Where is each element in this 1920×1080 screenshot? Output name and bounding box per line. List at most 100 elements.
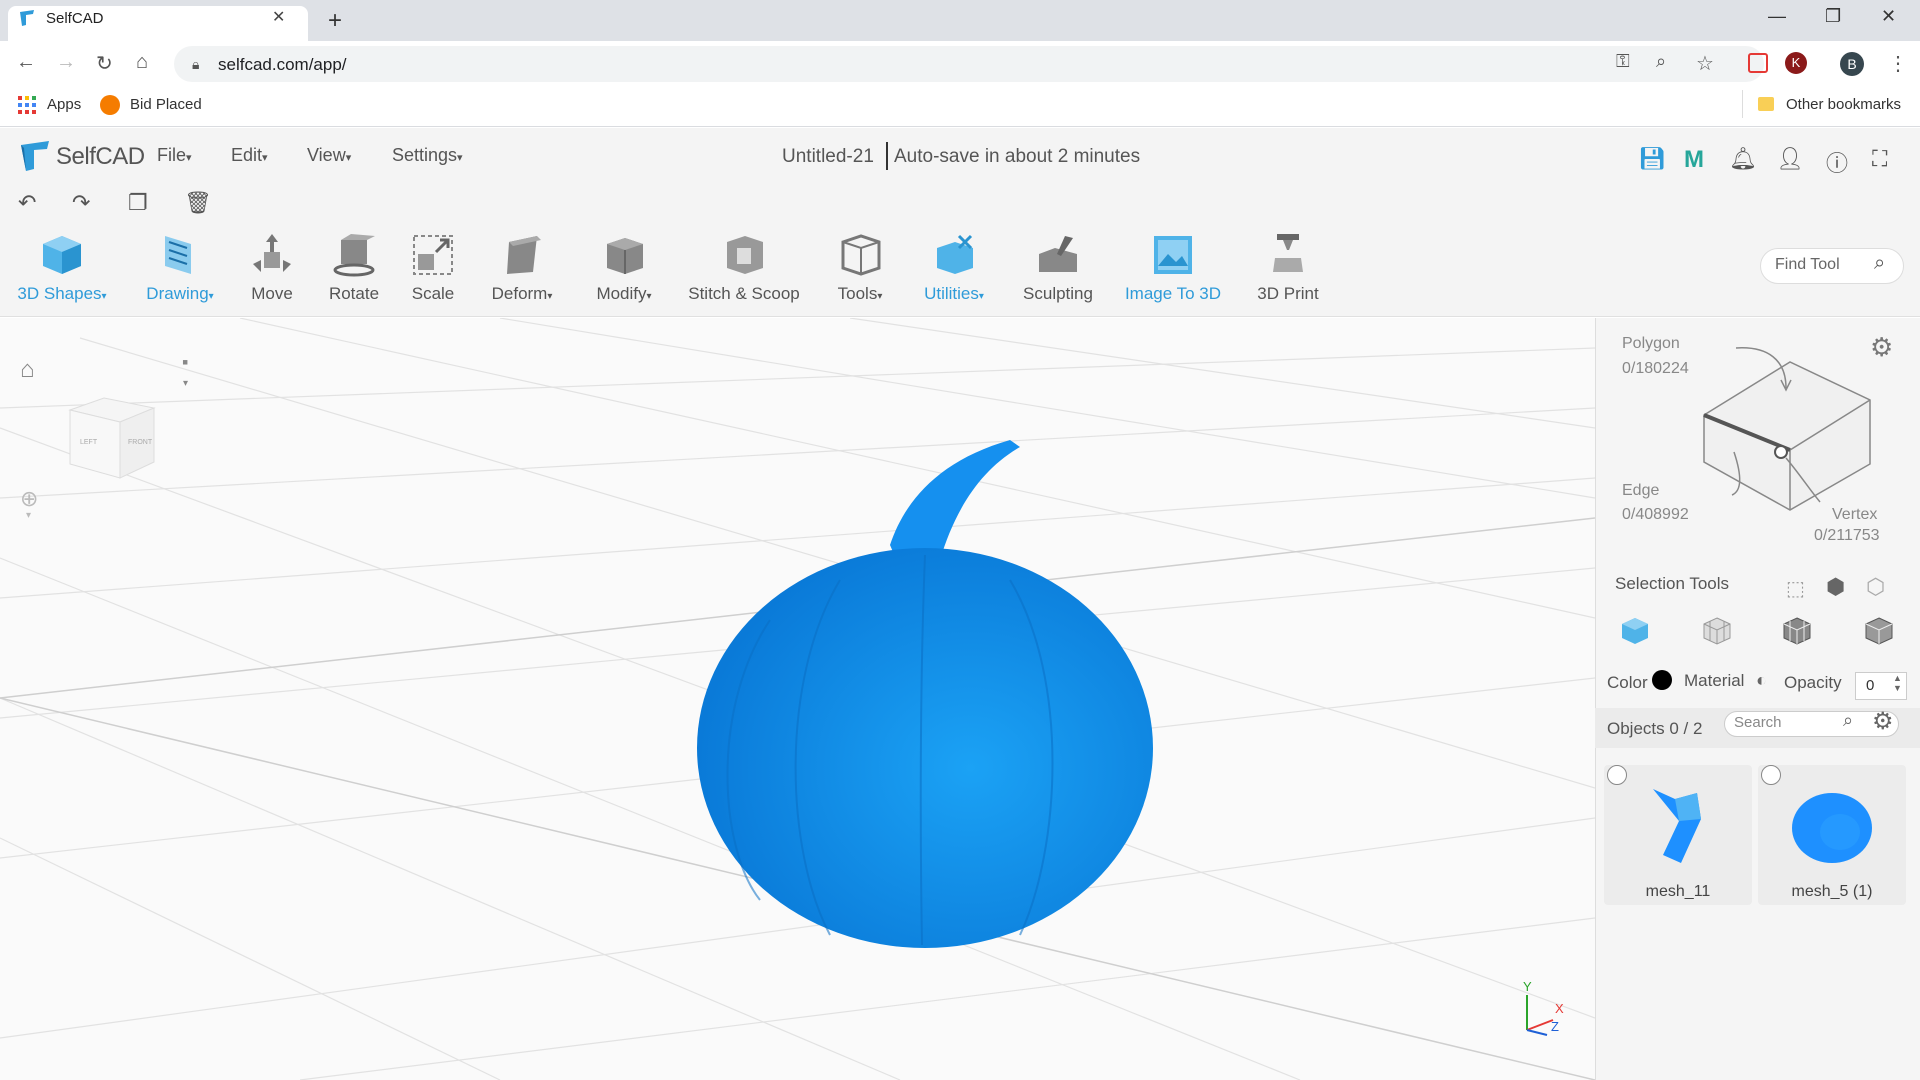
tool-modify[interactable]: Modify▾	[584, 232, 664, 312]
url-text[interactable]: selfcad.com/app/	[218, 55, 347, 75]
view-cube[interactable]: LEFT FRONT	[64, 392, 160, 482]
browser-menu-icon[interactable]: ⋮	[1888, 51, 1908, 76]
copy-icon[interactable]: ❐	[128, 190, 148, 216]
box-select-icon[interactable]: ⬚	[1786, 576, 1805, 601]
object-select-radio[interactable]	[1607, 765, 1627, 785]
menu-edit[interactable]: Edit▾	[231, 145, 268, 166]
paint-select-icon[interactable]: ⬢	[1826, 574, 1845, 600]
fullscreen-icon[interactable]: ⛶	[1872, 146, 1887, 172]
user-account-icon[interactable]: 👤︎	[1776, 146, 1804, 172]
search-icon[interactable]: ⌕	[1874, 252, 1885, 275]
undo-icon[interactable]: ↶	[18, 190, 36, 216]
material-icon[interactable]: ◐	[1756, 670, 1767, 691]
color-label: Color	[1607, 673, 1648, 692]
vertex-mode-icon[interactable]	[1864, 616, 1894, 646]
zoom-icon[interactable]: ⌕	[1656, 51, 1666, 72]
modify-icon	[607, 238, 643, 274]
bookmark-bid-placed[interactable]: Bid Placed	[130, 96, 202, 113]
tool-rotate[interactable]: Rotate	[318, 232, 390, 312]
tool-move[interactable]: Move	[236, 232, 308, 312]
bookmarks-bar	[0, 87, 1920, 127]
tool-stitch-scoop[interactable]: Stitch & Scoop	[684, 232, 804, 312]
home-view-icon[interactable]: ⌂	[20, 356, 35, 384]
restore-icon[interactable]: ❐	[1825, 6, 1841, 27]
bookmark-star-icon[interactable]: ☆	[1696, 51, 1714, 76]
tab-close-icon[interactable]: ✕	[272, 7, 285, 27]
tool-sculpting[interactable]: Sculpting	[1018, 232, 1098, 312]
delete-icon[interactable]: 🗑︎	[184, 190, 212, 216]
move-icon	[253, 234, 291, 272]
menu-file[interactable]: File▾	[157, 145, 192, 166]
vertex-label: Vertex	[1832, 506, 1878, 523]
vertex-count: 0/211753	[1814, 527, 1880, 544]
autosave-status: Auto-save in about 2 minutes	[894, 146, 1141, 167]
objects-settings-gear-icon[interactable]: ⚙	[1872, 707, 1894, 736]
objects-search-icon[interactable]: ⌕	[1843, 710, 1853, 731]
edge-mode-icon[interactable]	[1782, 616, 1812, 646]
object-mode-icon[interactable]	[1620, 616, 1650, 646]
rotate-icon	[333, 234, 375, 277]
menu-settings[interactable]: Settings▾	[392, 145, 463, 166]
axis-y-label: Y	[1523, 979, 1532, 994]
tool-deform[interactable]: Deform▾	[480, 232, 564, 312]
tool-label: Sculpting	[1023, 284, 1093, 303]
stitch-scoop-icon	[727, 236, 763, 274]
extension-icon[interactable]	[1748, 53, 1768, 73]
lasso-select-icon[interactable]: ⬡	[1866, 574, 1885, 600]
object-select-radio[interactable]	[1761, 765, 1781, 785]
profile-avatar[interactable]: B	[1840, 52, 1864, 76]
tool-utilities[interactable]: Utilities▾	[912, 232, 996, 312]
pan-dropdown-icon[interactable]: ▾	[183, 378, 188, 389]
orbit-icon[interactable]: ⊕	[20, 486, 38, 512]
minimize-icon[interactable]: —	[1768, 6, 1786, 27]
info-icon[interactable]: ⓘ	[1826, 146, 1848, 178]
title-divider	[886, 142, 888, 170]
color-swatch[interactable]	[1652, 670, 1672, 690]
tool-3d-shapes[interactable]: 3D Shapes▾	[12, 232, 112, 312]
tool-drawing[interactable]: Drawing▾	[130, 232, 230, 312]
bookmark-apps[interactable]: Apps	[47, 96, 81, 113]
app-logo: SelfCAD	[56, 143, 145, 170]
home-icon[interactable]: ⌂	[136, 51, 148, 74]
tools-icon	[841, 234, 881, 276]
pumpkin-body[interactable]	[697, 548, 1153, 948]
edge-label: Edge	[1622, 482, 1660, 499]
selfcad-favicon-icon	[20, 10, 34, 26]
selection-mode-cube[interactable]	[1690, 340, 1880, 520]
address-bar[interactable]	[174, 46, 1764, 82]
opacity-stepper[interactable]: ▲ ▼	[1893, 673, 1902, 693]
tool-label: Stitch & Scoop	[688, 284, 800, 303]
other-bookmarks[interactable]: Other bookmarks	[1786, 96, 1901, 113]
forward-icon[interactable]: →	[56, 51, 76, 74]
tool-image-to-3d[interactable]: Image To 3D	[1118, 232, 1228, 312]
notifications-bell-icon[interactable]: 🔔︎	[1729, 146, 1757, 172]
new-tab-button[interactable]: +	[328, 7, 342, 35]
polygon-mode-icon[interactable]	[1702, 616, 1732, 646]
orbit-dropdown-icon[interactable]: ▾	[26, 510, 31, 521]
tool-label: Rotate	[328, 284, 380, 303]
back-icon[interactable]: ←	[16, 51, 36, 74]
document-title[interactable]: Untitled-21	[782, 146, 874, 168]
apps-grid-icon[interactable]	[18, 96, 36, 114]
tool-3d-print[interactable]: 3D Print	[1246, 232, 1330, 312]
folder-icon	[1758, 97, 1774, 111]
save-icon[interactable]: 💾︎	[1638, 146, 1666, 172]
makerbot-icon[interactable]: M	[1684, 146, 1704, 174]
key-icon[interactable]: ⚿	[1616, 51, 1630, 72]
pan-icon[interactable]: ▪	[182, 352, 188, 373]
tool-tools[interactable]: Tools▾	[822, 232, 898, 312]
redo-icon[interactable]: ↷	[72, 190, 90, 216]
tool-scale[interactable]: Scale	[398, 232, 468, 312]
axis-indicator: Y X Z	[1523, 979, 1564, 1036]
polygon-count: 0/180224	[1622, 360, 1689, 377]
bookmark-divider	[1742, 90, 1743, 118]
tab-title: SelfCAD	[46, 10, 104, 27]
reload-icon[interactable]: ↻	[96, 51, 113, 76]
menu-view[interactable]: View▾	[307, 145, 351, 166]
mesh-11-thumbnail	[1653, 789, 1701, 863]
tool-label: Tools▾	[837, 284, 883, 303]
extension-k-icon[interactable]: K	[1785, 52, 1807, 74]
pumpkin-model[interactable]	[690, 430, 1170, 950]
window-close-icon[interactable]: ✕	[1881, 6, 1896, 27]
mesh-5-thumbnail	[1792, 793, 1872, 863]
